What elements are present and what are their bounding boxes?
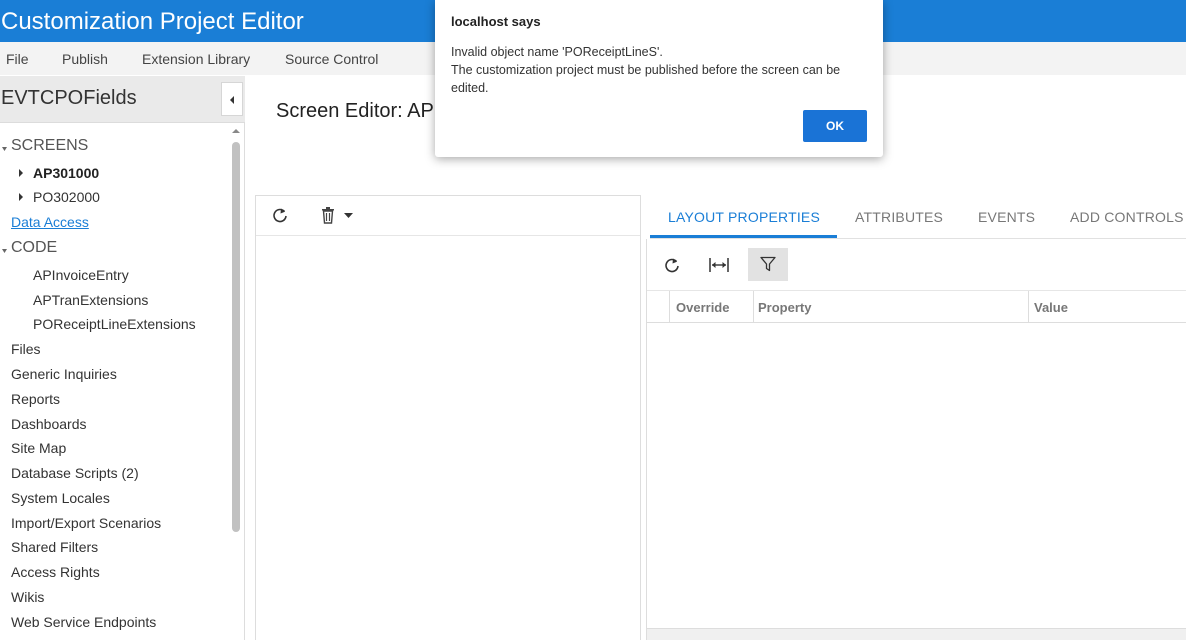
tree-collapse-icon[interactable] <box>2 248 8 254</box>
menu-publish[interactable]: Publish <box>62 51 108 67</box>
active-tab-indicator <box>650 235 837 238</box>
control-tree-toolbar <box>256 196 640 236</box>
tree-item-ap301000[interactable]: AP301000 <box>33 165 99 181</box>
tree-collapse-icon[interactable] <box>2 146 8 152</box>
column-header-override[interactable]: Override <box>676 300 729 315</box>
editor-tabs: LAYOUT PROPERTIES ATTRIBUTES EVENTS ADD … <box>650 195 1186 239</box>
dialog-message-line-1: Invalid object name 'POReceiptLineS'. <box>451 45 663 59</box>
column-header-value[interactable]: Value <box>1034 300 1068 315</box>
project-header: EVTCPOFields <box>0 76 245 123</box>
menu-source-control[interactable]: Source Control <box>285 51 378 67</box>
tree-item-import-export-scenarios[interactable]: Import/Export Scenarios <box>11 515 161 531</box>
app-title: Customization Project Editor <box>1 8 304 35</box>
tree-section-screens[interactable]: SCREENS <box>11 137 88 155</box>
scroll-thumb[interactable] <box>232 142 240 532</box>
tree-item-generic-inquiries[interactable]: Generic Inquiries <box>11 366 117 382</box>
tree-item-aptranextensions[interactable]: APTranExtensions <box>33 292 148 308</box>
tree-expand-icon[interactable] <box>18 169 24 177</box>
tab-attributes[interactable]: ATTRIBUTES <box>855 209 943 225</box>
tree-item-dashboards[interactable]: Dashboards <box>11 416 87 432</box>
tab-add-controls[interactable]: ADD CONTROLS <box>1070 209 1184 225</box>
dialog-message-line-2: The customization project must be publis… <box>451 63 841 95</box>
refresh-icon[interactable] <box>663 256 681 274</box>
column-separator <box>1028 291 1029 323</box>
alert-dialog: localhost says Invalid object name 'PORe… <box>435 0 883 157</box>
tree-item-web-service-endpoints[interactable]: Web Service Endpoints <box>11 614 156 630</box>
tree-item-files[interactable]: Files <box>11 341 41 357</box>
tree-item-po302000[interactable]: PO302000 <box>33 189 100 205</box>
tree-item-access-rights[interactable]: Access Rights <box>11 564 100 580</box>
control-tree-pane <box>255 195 641 640</box>
filter-icon <box>760 256 776 272</box>
tree-item-apinvoiceentry[interactable]: APInvoiceEntry <box>33 267 129 283</box>
project-name: EVTCPOFields <box>1 87 137 109</box>
column-separator <box>669 291 670 323</box>
column-header-property[interactable]: Property <box>758 300 811 315</box>
column-separator <box>753 291 754 323</box>
filter-button[interactable] <box>748 248 788 281</box>
collapse-sidebar-button[interactable] <box>221 82 243 116</box>
properties-toolbar <box>647 239 1186 291</box>
scroll-up-icon[interactable] <box>232 128 240 134</box>
refresh-icon[interactable] <box>271 206 289 224</box>
tree-item-system-locales[interactable]: System Locales <box>11 490 110 506</box>
screen-editor-title: Screen Editor: AP <box>276 100 434 122</box>
tab-events[interactable]: EVENTS <box>978 209 1035 225</box>
tree-item-data-access[interactable]: Data Access <box>11 214 89 230</box>
dialog-message: Invalid object name 'POReceiptLineS'. Th… <box>451 43 871 97</box>
horizontal-scrollbar[interactable] <box>647 628 1186 640</box>
main-content: Screen Editor: AP LAYOUT PROPERTIES ATTR… <box>246 76 1186 640</box>
fit-width-icon[interactable] <box>709 257 729 273</box>
menu-file[interactable]: File <box>6 51 29 67</box>
tree-item-database-scripts[interactable]: Database Scripts (2) <box>11 465 139 481</box>
tab-layout-properties[interactable]: LAYOUT PROPERTIES <box>668 209 820 225</box>
dialog-title: localhost says <box>451 14 541 29</box>
chevron-left-icon <box>230 96 234 104</box>
tree-item-poreceiptlineextensions[interactable]: POReceiptLineExtensions <box>33 316 196 332</box>
properties-grid-header: Override Property Value <box>647 291 1186 323</box>
tree-item-shared-filters[interactable]: Shared Filters <box>11 539 98 555</box>
project-sidebar: EVTCPOFields SCREENS AP301000 PO302000 D… <box>0 76 245 640</box>
tree-section-code[interactable]: CODE <box>11 239 57 257</box>
sidebar-scrollbar[interactable] <box>231 128 241 640</box>
caret-down-icon[interactable] <box>344 213 353 219</box>
tree-expand-icon[interactable] <box>18 193 24 201</box>
menu-extension-library[interactable]: Extension Library <box>142 51 250 67</box>
ok-button[interactable]: OK <box>803 110 867 142</box>
tree-item-reports[interactable]: Reports <box>11 391 60 407</box>
trash-icon[interactable] <box>320 206 336 224</box>
tree-item-site-map[interactable]: Site Map <box>11 440 66 456</box>
properties-pane: Override Property Value <box>646 239 1186 640</box>
tree-item-wikis[interactable]: Wikis <box>11 589 44 605</box>
